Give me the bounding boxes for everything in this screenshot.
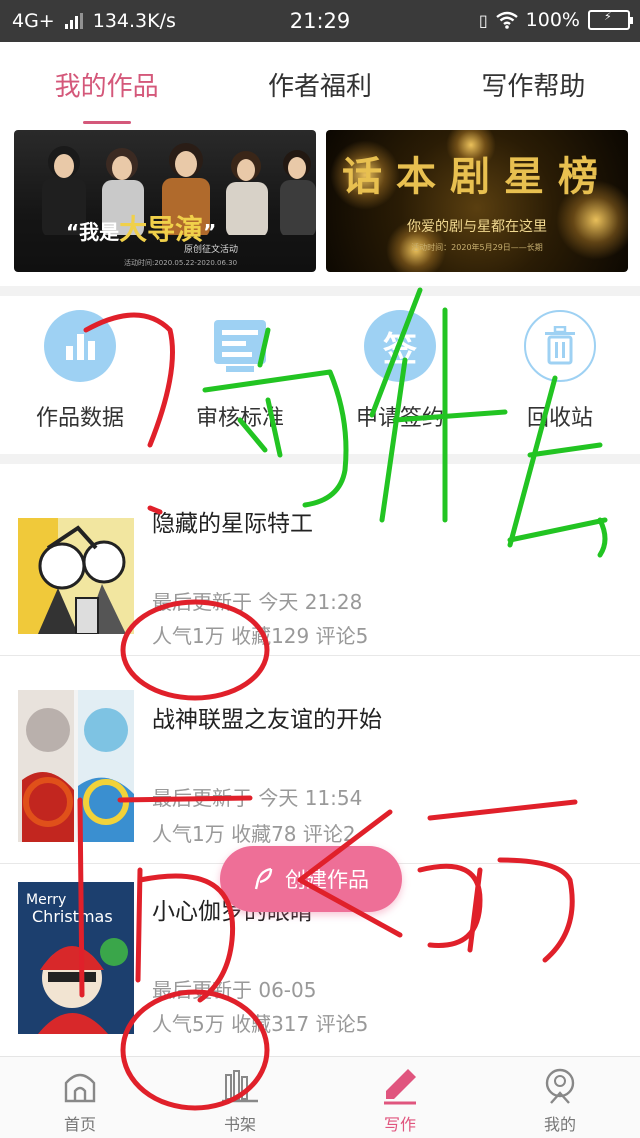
bottom-nav: 首页 书架 写作 我的 bbox=[0, 1056, 640, 1138]
battery-icon bbox=[588, 10, 633, 30]
banner-director-date: 活动时间:2020.05.22-2020.06.30 bbox=[124, 259, 238, 267]
nav-label: 我的 bbox=[543, 1115, 576, 1134]
home-icon bbox=[64, 1073, 96, 1103]
quick-action-work-data[interactable]: 作品数据 bbox=[0, 296, 160, 454]
work-updated: 最后更新于 今天 21:28 bbox=[152, 590, 363, 614]
status-bar: 4G+ 134.3K/s 21:29 ▯ 100% bbox=[0, 0, 640, 42]
sign-icon: 签 bbox=[364, 310, 436, 382]
tab-my-works[interactable]: 我的作品 bbox=[0, 42, 213, 128]
svg-text:Merry: Merry bbox=[26, 892, 66, 908]
banner-strip: “我是大导演” 原创征文活动 活动时间:2020.05.22-2020.06.3… bbox=[0, 128, 640, 286]
quick-action-label: 作品数据 bbox=[35, 406, 124, 431]
banner-star-subtitle: 你爱的剧与星都在这里 bbox=[407, 219, 547, 235]
top-tab-bar: 我的作品 作者福利 写作帮助 bbox=[0, 42, 640, 128]
work-stats: 人气1万 收藏78 评论2 bbox=[152, 822, 356, 846]
vibrate-icon: ▯ bbox=[478, 10, 488, 30]
quick-action-recycle-bin[interactable]: 回收站 bbox=[480, 296, 640, 454]
work-updated: 最后更新于 06-05 bbox=[152, 978, 317, 1002]
quick-action-label: 回收站 bbox=[526, 406, 593, 431]
nav-label: 书架 bbox=[223, 1115, 256, 1134]
battery-level: 100% bbox=[525, 9, 580, 31]
work-cover-image bbox=[18, 518, 134, 670]
pen-icon bbox=[384, 1069, 416, 1105]
banner-star-title: 话本剧星榜 bbox=[342, 153, 612, 200]
nav-home[interactable]: 首页 bbox=[0, 1057, 160, 1138]
bar-chart-icon bbox=[44, 310, 116, 382]
banner-star-date: 活动时间：2020年5月29日——长期 bbox=[411, 243, 543, 252]
svg-text:Christmas: Christmas bbox=[32, 907, 113, 926]
works-list: 隐藏的星际特工 最后更新于 今天 21:28 人气1万 收藏129 评论5 战神… bbox=[0, 464, 640, 1056]
work-updated: 最后更新于 今天 11:54 bbox=[152, 786, 363, 810]
quick-action-review-standard[interactable]: 审核标准 bbox=[160, 296, 320, 454]
quick-action-apply-contract[interactable]: 签 申请签约 bbox=[320, 296, 480, 454]
work-cover-image bbox=[18, 690, 134, 842]
nav-label: 首页 bbox=[63, 1115, 96, 1134]
wifi-icon bbox=[495, 11, 518, 29]
banner-director-contest[interactable]: “我是大导演” 原创征文活动 活动时间:2020.05.22-2020.06.3… bbox=[14, 130, 316, 272]
banner-director-subtitle: 原创征文活动 bbox=[184, 245, 239, 255]
list-item[interactable]: 战神联盟之友谊的开始 最后更新于 今天 11:54 人气1万 收藏78 评论2 bbox=[0, 672, 640, 864]
status-right: ▯ 100% bbox=[478, 9, 633, 31]
create-work-button[interactable]: 创建作品 bbox=[220, 846, 402, 912]
quick-action-label: 申请签约 bbox=[355, 406, 444, 431]
feather-icon bbox=[254, 867, 273, 890]
nav-bookshelf[interactable]: 书架 bbox=[160, 1057, 320, 1138]
work-stats: 人气1万 收藏129 评论5 bbox=[152, 624, 369, 648]
tab-author-benefits[interactable]: 作者福利 bbox=[213, 42, 426, 128]
bookshelf-icon bbox=[222, 1070, 258, 1103]
nav-label: 写作 bbox=[383, 1115, 416, 1134]
create-work-label: 创建作品 bbox=[285, 868, 369, 892]
tab-writing-help[interactable]: 写作帮助 bbox=[427, 42, 640, 128]
work-title: 战神联盟之友谊的开始 bbox=[152, 707, 382, 733]
profile-icon bbox=[545, 1068, 575, 1104]
work-cover-image: Merry Christmas bbox=[18, 882, 134, 1034]
quick-action-label: 审核标准 bbox=[195, 406, 284, 431]
nav-profile[interactable]: 我的 bbox=[480, 1057, 640, 1138]
quick-actions: 作品数据 审核标准 签 申请签约 回收站 bbox=[0, 296, 640, 454]
banner-star-ranking[interactable]: 话本剧星榜 你爱的剧与星都在这里 活动时间：2020年5月29日——长期 bbox=[326, 130, 628, 272]
work-stats: 人气5万 收藏317 评论5 bbox=[152, 1012, 369, 1036]
trash-icon bbox=[524, 310, 596, 382]
list-item[interactable]: 隐藏的星际特工 最后更新于 今天 21:28 人气1万 收藏129 评论5 bbox=[0, 464, 640, 656]
nav-write[interactable]: 写作 bbox=[320, 1057, 480, 1138]
work-title: 隐藏的星际特工 bbox=[152, 511, 313, 537]
review-doc-icon bbox=[204, 310, 276, 382]
